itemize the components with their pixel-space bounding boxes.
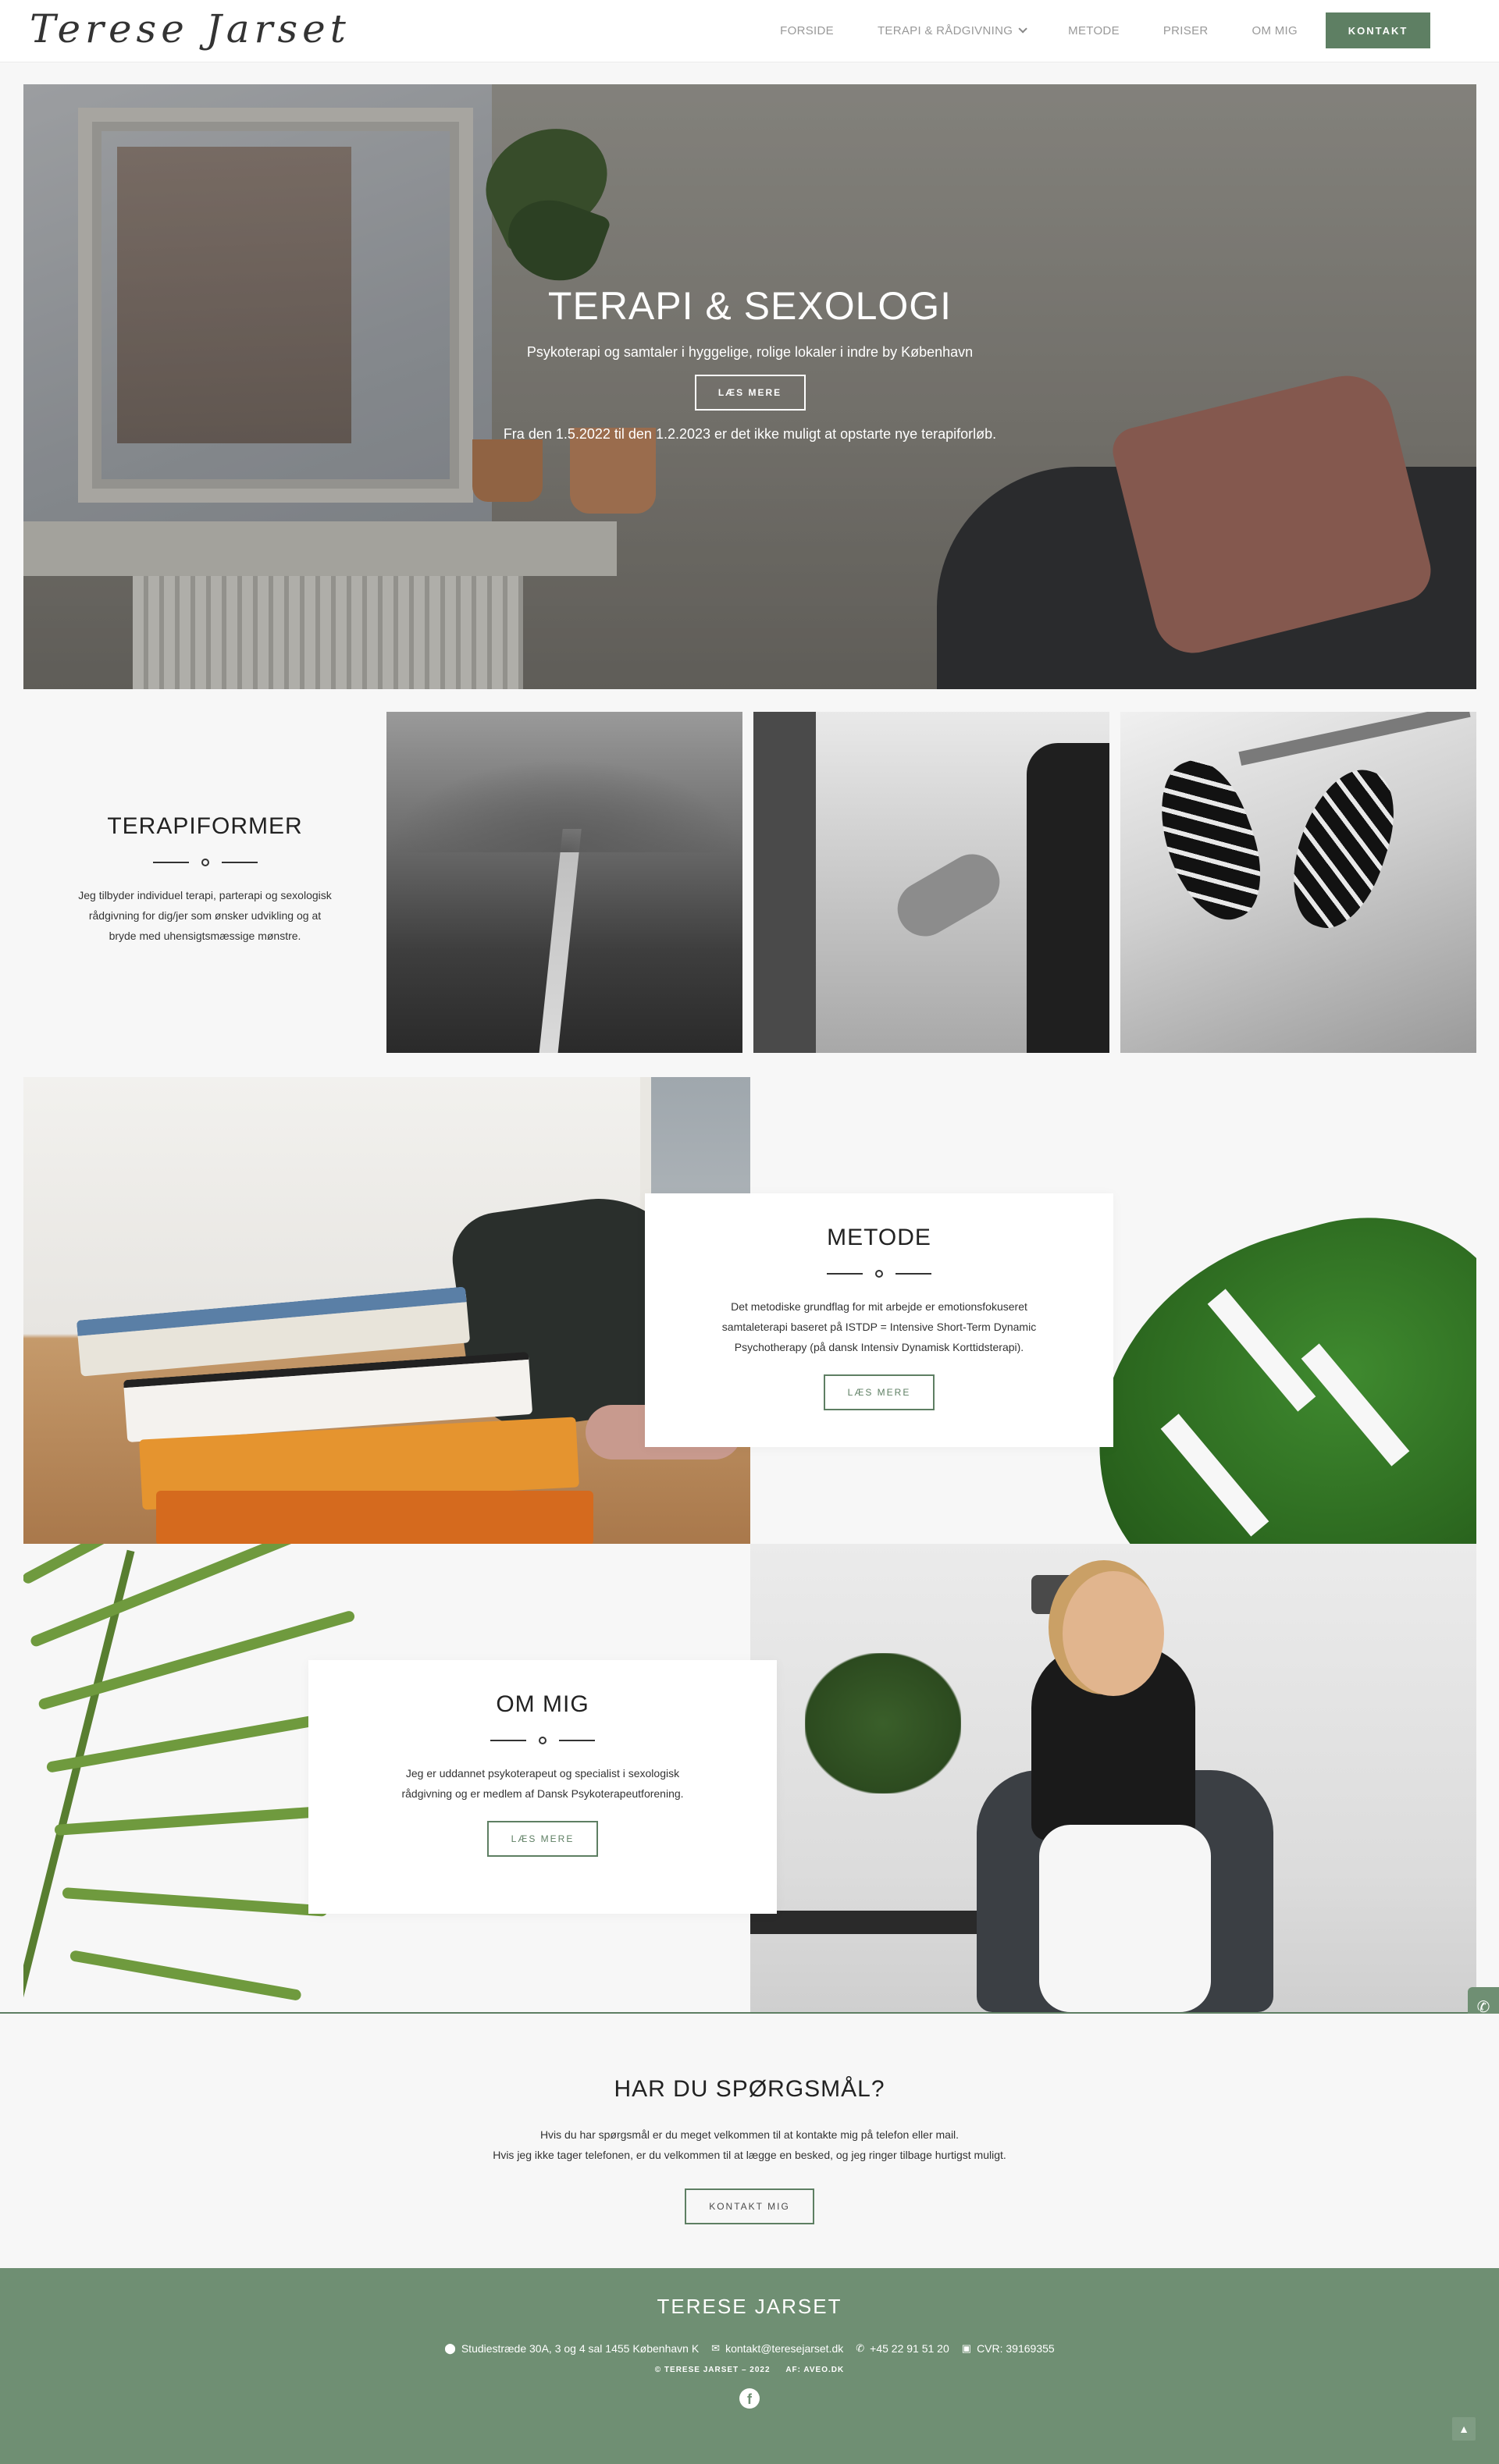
footer-cvr-text: CVR: 39169355 (977, 2342, 1055, 2355)
questions-line-1: Hvis du har spørgsmål er du meget velkom… (539, 2128, 960, 2141)
terapiformer-block: TERAPIFORMER Jeg tilbyder individuel ter… (23, 712, 386, 1053)
butterflies-photo[interactable] (1120, 712, 1476, 1053)
questions-line-2: Hvis jeg ikke tager telefonen, er du vel… (493, 2149, 1006, 2161)
om-mig-card: OM MIG Jeg er uddannet psykoterapeut og … (308, 1660, 777, 1914)
metode-text: Det metodiske grundflag for mit arbejde … (721, 1300, 1037, 1353)
footer-phone[interactable]: ✆ +45 22 91 51 20 (856, 2342, 949, 2355)
briefcase-icon: ▣ (961, 2342, 972, 2354)
nav-item-metode[interactable]: METODE (1068, 24, 1120, 37)
hero-title: TERAPI & SEXOLOGI (547, 284, 952, 328)
section-divider (308, 1737, 777, 1744)
terapiformer-title: TERAPIFORMER (107, 813, 303, 839)
envelope-icon: ✉ (711, 2342, 721, 2354)
footer-copyright: © TERESE JARSET – 2022 AF: AVEO.DK (0, 2366, 1499, 2374)
hero-subtitle: Psykoterapi og samtaler i hyggelige, rol… (526, 344, 974, 360)
nav-item-terapi-label: TERAPI & RÅDGIVNING (877, 23, 1013, 37)
road-photo[interactable] (386, 712, 742, 1053)
arrow-up-icon[interactable]: ▲ (1452, 2417, 1476, 2441)
section-divider (23, 859, 386, 866)
footer-cvr: ▣ CVR: 39169355 (962, 2342, 1055, 2355)
metode-read-more-button[interactable]: LÆS MERE (824, 1374, 935, 1410)
footer-contact-info: ⬤ Studiestræde 30A, 3 og 4 sal 1455 Køben… (0, 2342, 1499, 2355)
books-photo (23, 1077, 750, 1544)
section-divider (645, 1270, 1113, 1278)
terapiformer-text: Jeg tilbyder individuel terapi, parterap… (78, 889, 332, 942)
hero-notice: Fra den 1.5.2022 til den 1.2.2023 er det… (503, 426, 997, 442)
portrait-photo (750, 1544, 1476, 2012)
map-pin-icon: ⬤ (444, 2342, 456, 2354)
copyright-text: © TERESE JARSET – 2022 (654, 2366, 771, 2374)
phone-icon: ✆ (856, 2342, 865, 2354)
questions-title: HAR DU SPØRGSMÅL? (614, 2076, 885, 2102)
site-logo[interactable]: Terese Jarset (30, 6, 351, 52)
footer-title: TERESE JARSET (657, 2295, 842, 2318)
kontakt-mig-button[interactable]: KONTAKT MIG (685, 2188, 814, 2224)
footer-email-text[interactable]: kontakt@teresejarset.dk (725, 2342, 843, 2355)
om-mig-title: OM MIG (496, 1691, 589, 1717)
footer-phone-text[interactable]: +45 22 91 51 20 (870, 2342, 949, 2355)
hero-read-more-button[interactable]: LÆS MERE (694, 375, 806, 411)
main-nav: FORSIDE TERAPI & RÅDGIVNING METODE PRISE… (736, 12, 1430, 48)
questions-section: HAR DU SPØRGSMÅL? Hvis du har spørgsmål … (0, 2014, 1499, 2268)
om-mig-read-more-button[interactable]: LÆS MERE (487, 1821, 598, 1857)
footer-email[interactable]: ✉ kontakt@teresejarset.dk (711, 2342, 843, 2355)
credit-link[interactable]: AF: AVEO.DK (785, 2366, 844, 2374)
kontakt-button[interactable]: KONTAKT (1326, 12, 1430, 48)
footer-address: ⬤ Studiestræde 30A, 3 og 4 sal 1455 Køben… (444, 2342, 699, 2355)
hero-banner: TERAPI & SEXOLOGI Psykoterapi og samtale… (23, 84, 1476, 689)
chevron-down-icon (1018, 24, 1027, 34)
holding-hands-photo[interactable] (753, 712, 1109, 1053)
metode-card: METODE Det metodiske grundflag for mit a… (645, 1193, 1113, 1447)
site-footer: TERESE JARSET ⬤ Studiestræde 30A, 3 og 4 … (0, 2268, 1499, 2464)
nav-item-priser[interactable]: PRISER (1163, 24, 1209, 37)
nav-item-terapi[interactable]: TERAPI & RÅDGIVNING (877, 23, 1027, 37)
nav-item-om-mig[interactable]: OM MIG (1252, 24, 1298, 37)
facebook-icon[interactable]: f (739, 2388, 760, 2409)
footer-address-text: Studiestræde 30A, 3 og 4 sal 1455 Københ… (461, 2342, 700, 2355)
om-mig-text: Jeg er uddannet psykoterapeut og special… (401, 1767, 684, 1800)
hero-content: TERAPI & SEXOLOGI Psykoterapi og samtale… (23, 283, 1476, 443)
site-header: Terese Jarset FORSIDE TERAPI & RÅDGIVNIN… (0, 0, 1499, 62)
nav-item-forside[interactable]: FORSIDE (780, 24, 834, 37)
metode-title: METODE (827, 1225, 931, 1250)
